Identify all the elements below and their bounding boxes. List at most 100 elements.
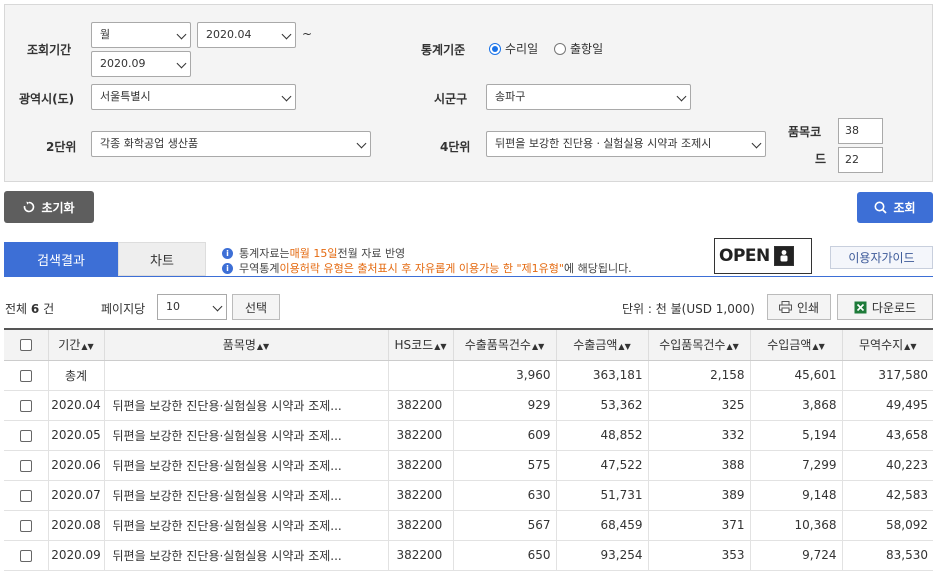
cell-import-amount: 5,194	[750, 420, 843, 451]
header-trade-balance[interactable]: 무역수지▲▼	[842, 329, 933, 361]
row-checkbox[interactable]	[19, 549, 32, 562]
cell-period: 2020.05	[48, 420, 105, 451]
row-checkbox-cell[interactable]	[4, 390, 49, 421]
tab-search-results[interactable]: 검색결과	[4, 242, 118, 276]
cell-trade-balance: 42,583	[842, 480, 933, 511]
radio-repair-date[interactable]: 수리일	[489, 40, 538, 57]
cell-export-amount: 51,731	[556, 480, 649, 511]
row-checkbox[interactable]	[19, 519, 32, 532]
table-row: 2020.04 뒤편을 보강한 진단용·실험실용 시약과 조제... 382200 9…	[4, 390, 933, 421]
row-checkbox-cell[interactable]	[4, 420, 49, 451]
per-page-select[interactable]: 10	[157, 294, 227, 320]
row-checkbox[interactable]	[19, 489, 32, 502]
reset-button[interactable]: 초기화	[4, 191, 94, 223]
level4-select[interactable]: 뒤편을 보강한 진단용ㆍ실험실용 시약과 조제시	[486, 131, 766, 157]
item-code-input-2[interactable]: 22	[838, 147, 883, 173]
header-hs-code[interactable]: HS코드▲▼	[388, 329, 454, 361]
cell-export-amount: 53,362	[556, 390, 649, 421]
excel-icon	[854, 301, 867, 313]
cell-import-count: 371	[648, 510, 751, 541]
header-period[interactable]: 기간▲▼	[48, 329, 105, 361]
notice-update: i 통계자료는 매월 15일 전월 자료 반영	[222, 245, 405, 261]
chevron-down-icon	[176, 29, 187, 40]
cell-item-name[interactable]: 뒤편을 보강한 진단용·실험실용 시약과 조제...	[104, 540, 389, 571]
header-import-count[interactable]: 수입품목건수▲▼	[648, 329, 751, 361]
item-code-input-1[interactable]: 38	[838, 118, 883, 144]
row-checkbox-cell[interactable]	[4, 540, 49, 571]
download-button[interactable]: 다운로드	[837, 294, 933, 320]
cell-import-count: 388	[648, 450, 751, 481]
radio-departure-date[interactable]: 출항일	[554, 40, 603, 57]
cell-export-amount: 363,181	[556, 360, 649, 391]
cell-import-count: 332	[648, 420, 751, 451]
cell-item-name[interactable]: 뒤편을 보강한 진단용·실험실용 시약과 조제...	[104, 390, 389, 421]
row-checkbox[interactable]	[19, 399, 32, 412]
select-all-checkbox[interactable]	[19, 339, 32, 352]
sort-icon: ▲▼	[812, 342, 825, 352]
period-start-select[interactable]: 2020.04	[197, 22, 296, 48]
table-row: 2020.06 뒤편을 보강한 진단용·실험실용 시약과 조제... 382200 5…	[4, 450, 933, 481]
cell-item-name[interactable]: 뒤편을 보강한 진단용·실험실용 시약과 조제...	[104, 450, 389, 481]
sort-icon: ▲▼	[81, 342, 94, 352]
sort-icon: ▲▼	[904, 342, 917, 352]
cell-export-count: 630	[453, 480, 557, 511]
cell-export-amount: 68,459	[556, 510, 649, 541]
radio-selected-icon	[489, 42, 501, 55]
header-export-amount[interactable]: 수출금액▲▼	[556, 329, 649, 361]
cell-trade-balance: 40,223	[842, 450, 933, 481]
per-page-label: 페이지당	[101, 302, 146, 316]
row-checkbox[interactable]	[19, 369, 32, 382]
cell-export-amount: 48,852	[556, 420, 649, 451]
period-end-select[interactable]: 2020.09	[91, 51, 191, 77]
cell-import-amount: 9,148	[750, 480, 843, 511]
header-item-name[interactable]: 품목명▲▼	[104, 329, 389, 361]
notice-text: 무역통계	[239, 262, 280, 275]
row-checkbox-cell[interactable]	[4, 450, 49, 481]
printer-icon	[778, 301, 792, 313]
cell-export-amount: 47,522	[556, 450, 649, 481]
info-icon: i	[222, 247, 233, 259]
level2-select[interactable]: 각종 화학공업 생산품	[91, 131, 371, 157]
table-row-total: 총계 3,960 363,181 2,158 45,601 317,580	[4, 360, 933, 391]
province-select[interactable]: 서울특별시	[91, 84, 296, 110]
cell-hs-code: 382200	[388, 450, 454, 481]
header-export-count[interactable]: 수출품목건수▲▼	[453, 329, 557, 361]
filter-panel: 조회기간 월 2020.04 ~ 2020.09 통계기준 수리일 출항일 광역…	[4, 4, 933, 182]
table-row: 2020.05 뒤편을 보강한 진단용·실험실용 시약과 조제... 382200 6…	[4, 420, 933, 451]
cell-import-amount: 9,724	[750, 540, 843, 571]
select-button[interactable]: 선택	[232, 294, 280, 320]
search-button[interactable]: 조회	[857, 192, 933, 223]
tab-chart[interactable]: 차트	[118, 242, 206, 276]
sort-icon: ▲▼	[256, 342, 270, 352]
cell-export-count: 567	[453, 510, 557, 541]
user-guide-button[interactable]: 이용자가이드	[830, 246, 933, 269]
district-select[interactable]: 송파구	[486, 84, 691, 110]
radio-label: 수리일	[505, 42, 539, 56]
select-all-checkbox-cell[interactable]	[4, 329, 49, 361]
row-checkbox-cell[interactable]	[4, 480, 49, 511]
cell-item-name[interactable]: 뒤편을 보강한 진단용·실험실용 시약과 조제...	[104, 420, 389, 451]
cell-trade-balance: 83,530	[842, 540, 933, 571]
cell-item-name[interactable]: 뒤편을 보강한 진단용·실험실용 시약과 조제...	[104, 480, 389, 511]
notice-highlight: 매월 15일	[289, 247, 338, 260]
cell-hs-code: 382200	[388, 480, 454, 511]
download-label: 다운로드	[871, 300, 917, 315]
header-import-amount[interactable]: 수입금액▲▼	[750, 329, 843, 361]
row-checkbox[interactable]	[19, 429, 32, 442]
cell-import-count: 389	[648, 480, 751, 511]
cell-hs-code: 382200	[388, 510, 454, 541]
row-checkbox-cell[interactable]	[4, 360, 49, 391]
total-suffix: 건	[43, 302, 55, 316]
row-checkbox-cell[interactable]	[4, 510, 49, 541]
period-unit-select[interactable]: 월	[91, 22, 191, 48]
cell-period: 2020.04	[48, 390, 105, 421]
cell-item-name[interactable]: 뒤편을 보강한 진단용·실험실용 시약과 조제...	[104, 510, 389, 541]
row-checkbox[interactable]	[19, 459, 32, 472]
chevron-down-icon	[176, 58, 187, 69]
cell-trade-balance: 317,580	[842, 360, 933, 391]
print-button[interactable]: 인쇄	[767, 294, 831, 320]
sort-icon: ▲▼	[434, 342, 447, 352]
period-label: 조회기간	[27, 43, 72, 57]
table-row: 2020.07 뒤편을 보강한 진단용·실험실용 시약과 조제... 382200 6…	[4, 480, 933, 511]
unit-text: 단위 : 천 불(USD 1,000)	[622, 302, 755, 316]
